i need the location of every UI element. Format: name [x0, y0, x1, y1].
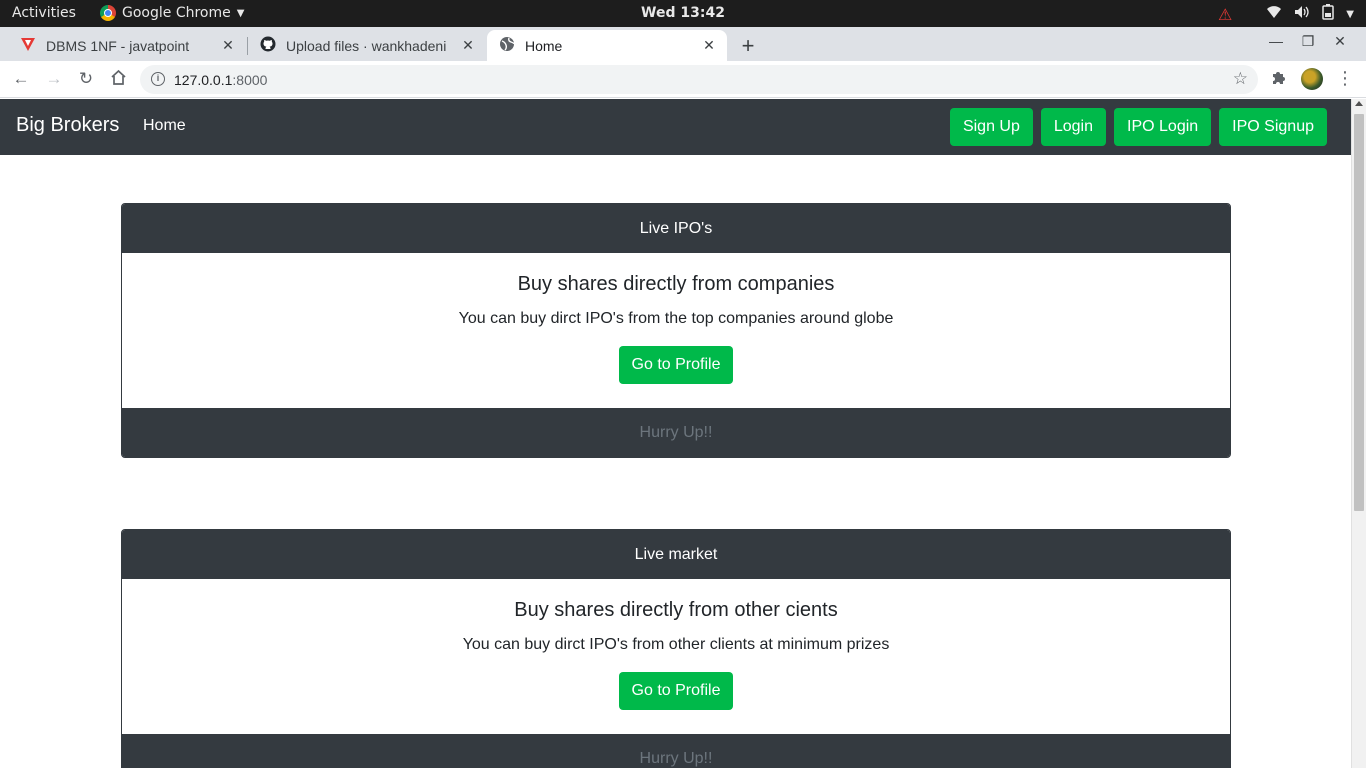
go-to-profile-button[interactable]: Go to Profile	[618, 346, 734, 384]
tab-home[interactable]: Home ✕	[487, 30, 727, 61]
card-text: You can buy dirct IPO's from the top com…	[458, 310, 894, 327]
nav-button-group: Sign Up Login IPO Login IPO Signup	[949, 108, 1327, 146]
close-window-icon[interactable]: ✕	[1324, 33, 1356, 50]
card-header: Live IPO's	[122, 204, 1230, 253]
card-header: Live market	[122, 530, 1230, 579]
wifi-icon	[1266, 5, 1282, 23]
volume-icon	[1294, 5, 1310, 23]
close-icon[interactable]: ✕	[701, 37, 717, 54]
restore-icon[interactable]: ❐	[1292, 33, 1324, 50]
github-icon	[260, 36, 276, 55]
home-button[interactable]	[107, 69, 129, 91]
url-host: 127.0.0.1	[174, 72, 233, 88]
card-title: Buy shares directly from companies	[517, 273, 835, 295]
page-viewport: Big Brokers Home Sign Up Login IPO Login…	[0, 99, 1351, 768]
card-body: Buy shares directly from companies You c…	[122, 253, 1230, 408]
system-tray[interactable]: ⚠ ▼	[1218, 4, 1354, 24]
app-menu-label: Google Chrome	[122, 5, 231, 21]
live-ipo-card: Live IPO's Buy shares directly from comp…	[121, 203, 1231, 458]
ipo-signup-button[interactable]: IPO Signup	[1219, 108, 1327, 146]
card-footer: Hurry Up!!	[122, 408, 1230, 457]
new-tab-button[interactable]: +	[736, 33, 760, 59]
card-text: You can buy dirct IPO's from other clien…	[462, 636, 890, 653]
reload-button[interactable]: ↻	[75, 69, 97, 89]
live-market-card: Live market Buy shares directly from oth…	[121, 529, 1231, 768]
window-controls: — ❐ ✕	[1260, 33, 1356, 50]
url-text[interactable]: 127.0.0.1:8000	[174, 72, 267, 88]
scroll-up-arrow[interactable]	[1355, 101, 1363, 106]
go-to-profile-button[interactable]: Go to Profile	[618, 672, 734, 710]
bookmark-star-icon[interactable]: ☆	[1233, 69, 1248, 89]
browser-toolbar: ← → ↻ i 127.0.0.1:8000 ☆ ⋮	[0, 61, 1366, 98]
close-icon[interactable]: ✕	[460, 37, 476, 54]
site-brand[interactable]: Big Brokers	[16, 114, 119, 137]
extensions-puzzle-icon[interactable]	[1270, 69, 1287, 91]
tab-title: DBMS 1NF - javatpoint	[46, 37, 190, 54]
forward-button[interactable]: →	[43, 69, 65, 89]
ipo-login-button[interactable]: IPO Login	[1114, 108, 1212, 146]
tab-strip: DBMS 1NF - javatpoint ✕ Upload files · w…	[0, 27, 1366, 61]
sign-up-button[interactable]: Sign Up	[949, 108, 1033, 146]
card-body: Buy shares directly from other cients Yo…	[122, 579, 1230, 734]
activities-button[interactable]: Activities	[12, 5, 76, 21]
globe-icon	[499, 36, 515, 55]
os-top-bar: Activities Google Chrome ▼ Wed 13:42 ⚠ ▼	[0, 0, 1366, 27]
chevron-down-icon: ▼	[236, 7, 245, 19]
minimize-icon[interactable]: —	[1260, 33, 1292, 50]
card-footer: Hurry Up!!	[122, 734, 1230, 768]
chrome-menu-icon[interactable]: ⋮	[1336, 68, 1354, 89]
scrollbar-thumb[interactable]	[1354, 114, 1364, 511]
card-title: Buy shares directly from other cients	[514, 599, 838, 621]
address-bar[interactable]: i 127.0.0.1:8000 ☆	[140, 65, 1258, 94]
javatpoint-icon	[20, 36, 36, 55]
chrome-icon	[100, 5, 116, 21]
tab-title: Upload files · wankhadeni	[286, 37, 447, 54]
site-info-icon[interactable]: i	[151, 72, 165, 86]
tab-javatpoint[interactable]: DBMS 1NF - javatpoint ✕	[8, 30, 246, 61]
back-button[interactable]: ←	[10, 69, 32, 89]
site-navbar: Big Brokers Home Sign Up Login IPO Login…	[0, 99, 1351, 155]
warning-icon[interactable]: ⚠	[1218, 5, 1232, 24]
chevron-down-icon: ▼	[1346, 8, 1354, 20]
nav-home-link[interactable]: Home	[143, 117, 186, 135]
app-menu[interactable]: Google Chrome ▼	[100, 5, 244, 21]
tab-github[interactable]: Upload files · wankhadeni ✕	[248, 30, 486, 61]
login-button[interactable]: Login	[1040, 108, 1107, 146]
close-icon[interactable]: ✕	[220, 37, 236, 54]
url-port: :8000	[232, 72, 268, 88]
page-scrollbar[interactable]	[1351, 99, 1366, 768]
profile-avatar[interactable]	[1301, 68, 1323, 90]
tab-title: Home	[525, 37, 563, 54]
battery-icon	[1322, 4, 1335, 24]
